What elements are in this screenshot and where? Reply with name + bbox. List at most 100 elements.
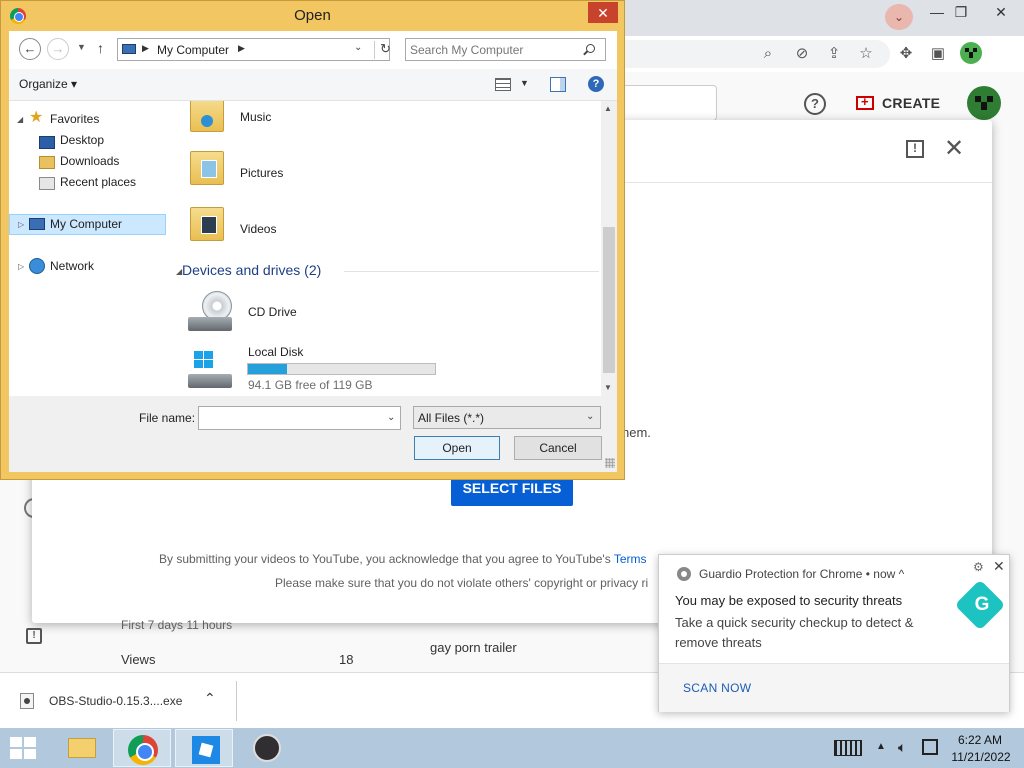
nav-my-computer[interactable]: My Computer	[50, 214, 122, 234]
open-button[interactable]: Open	[414, 436, 500, 460]
stat-views-label: Views	[121, 652, 156, 667]
dialog-title: Open	[294, 7, 331, 24]
close-icon[interactable]: ✕	[993, 558, 1005, 575]
taskbar-chrome[interactable]	[113, 729, 171, 767]
notification-footer: SCAN NOW	[659, 664, 1009, 712]
chevron-down-icon[interactable]: ⌄	[354, 42, 362, 53]
tab-search-chevron-icon[interactable]: ⌄	[885, 4, 913, 30]
chevron-right-icon[interactable]: ▶	[142, 43, 149, 54]
dialog-close-button[interactable]: ✕	[588, 2, 618, 23]
chevron-down-icon[interactable]: ▼	[520, 78, 529, 88]
help-icon[interactable]: ?	[804, 93, 826, 115]
side-panel-icon[interactable]: ▣	[928, 44, 948, 64]
scroll-thumb[interactable]	[603, 227, 615, 373]
computer-icon	[122, 44, 136, 54]
restore-button[interactable]: ❐	[946, 2, 976, 22]
pictures-folder-icon[interactable]	[190, 151, 224, 185]
file-type-select[interactable]: All Files (*.*) ⌄	[413, 406, 601, 429]
speaker-icon[interactable]: 🔈︎	[898, 739, 906, 756]
taskbar-file-explorer[interactable]	[52, 729, 110, 767]
zoom-icon[interactable]: ⌕	[758, 44, 778, 64]
chevron-right-icon[interactable]: ▶	[238, 43, 245, 54]
file-list-scrollbar[interactable]: ▲ ▼	[601, 101, 617, 396]
drive-local-disk[interactable]: Local Disk	[248, 345, 303, 359]
nav-favorites[interactable]: Favorites	[50, 109, 99, 129]
windows-start-icon[interactable]	[10, 737, 38, 761]
nav-desktop[interactable]: Desktop	[60, 130, 104, 150]
taskbar-roblox[interactable]	[175, 729, 233, 767]
drive-cd[interactable]: CD Drive	[248, 305, 297, 319]
music-folder-icon[interactable]	[190, 101, 224, 132]
profile-avatar[interactable]	[960, 42, 982, 64]
network-icon[interactable]	[922, 739, 938, 755]
feedback-icon[interactable]: !	[906, 140, 924, 158]
nav-recent-places[interactable]: Recent places	[60, 172, 136, 192]
disk-usage-fill	[248, 364, 288, 374]
chevron-up-icon[interactable]: ⌃	[204, 690, 216, 707]
back-arrow-icon[interactable]: ←	[19, 38, 41, 60]
share-icon[interactable]: ⇪	[824, 44, 844, 64]
videos-folder-icon[interactable]	[190, 207, 224, 241]
show-hidden-icons-icon[interactable]: ▲	[876, 741, 886, 752]
clock-time[interactable]: 6:22 AM	[950, 733, 1010, 747]
create-button[interactable]: CREATE	[846, 88, 950, 118]
folder-pictures[interactable]: Pictures	[240, 166, 283, 180]
download-item-name[interactable]: OBS-Studio-0.15.3....exe	[49, 694, 182, 708]
nav-downloads[interactable]: Downloads	[60, 151, 119, 171]
gear-icon[interactable]: ⚙	[973, 560, 984, 574]
search-icon[interactable]	[586, 44, 595, 53]
bookmark-star-icon[interactable]: ☆	[856, 44, 876, 64]
address-breadcrumb[interactable]: ▶ My Computer ▶ ⌄ ↻	[117, 38, 391, 61]
chevron-down-icon[interactable]: ⌄	[586, 411, 594, 422]
preview-pane-icon[interactable]	[550, 77, 566, 92]
computer-icon	[29, 218, 45, 230]
cancel-button[interactable]: Cancel	[514, 436, 602, 460]
organize-button[interactable]: Organize ▾	[19, 77, 77, 91]
scroll-down-arrow-icon[interactable]: ▼	[604, 383, 612, 392]
change-view-icon[interactable]	[495, 78, 511, 91]
video-title-link[interactable]: gay porn trailer	[430, 640, 517, 655]
notification-source: Guardio Protection for Chrome • now ^	[699, 567, 905, 581]
scan-now-button[interactable]: SCAN NOW	[683, 681, 751, 695]
navigation-pane: ◢ ★ Favorites Desktop Downloads Recent p…	[9, 101, 174, 396]
nav-network[interactable]: Network	[50, 256, 94, 276]
recent-locations-chevron-icon[interactable]: ▼	[77, 42, 86, 52]
expand-triangle-icon[interactable]: ▷	[18, 220, 24, 229]
expand-triangle-icon[interactable]: ◢	[17, 115, 23, 124]
exe-file-icon	[20, 693, 34, 709]
folder-music[interactable]: Music	[240, 110, 271, 124]
search-input[interactable]	[410, 42, 580, 57]
obs-icon	[253, 734, 281, 762]
window-close-button[interactable]: ✕	[986, 2, 1016, 22]
taskbar-obs[interactable]	[236, 729, 294, 767]
windows-taskbar: ▲ 🔈︎ 6:22 AM 11/21/2022	[0, 728, 1024, 768]
refresh-icon[interactable]: ↻	[374, 41, 391, 59]
scroll-up-arrow-icon[interactable]: ▲	[604, 104, 612, 113]
cd-drive-icon[interactable]	[186, 291, 234, 331]
feedback-rail-icon[interactable]: !	[26, 628, 42, 644]
channel-avatar[interactable]	[967, 86, 1001, 120]
search-box[interactable]	[405, 38, 606, 61]
folder-videos[interactable]: Videos	[240, 222, 276, 236]
expand-triangle-icon[interactable]: ▷	[18, 262, 24, 271]
guardio-notification[interactable]: Guardio Protection for Chrome • now ^ ⚙ …	[658, 554, 1010, 712]
local-disk-icon[interactable]	[186, 348, 234, 388]
extensions-puzzle-icon[interactable]: ✥	[896, 44, 916, 64]
devices-and-drives-header[interactable]: Devices and drives (2)	[182, 262, 321, 278]
up-arrow-icon[interactable]: ↑	[97, 40, 104, 56]
forward-arrow-icon[interactable]: →	[47, 38, 69, 60]
guardio-logo-letter-icon: G	[974, 594, 990, 615]
file-name-combobox[interactable]: ⌄	[198, 406, 401, 430]
help-icon[interactable]: ?	[588, 76, 604, 92]
terms-link[interactable]: Terms	[614, 552, 647, 566]
clock-date[interactable]: 11/21/2022	[950, 750, 1012, 764]
desktop-icon	[39, 136, 55, 149]
yt-search-box[interactable]	[625, 85, 717, 121]
eye-slash-icon[interactable]: ⊘	[792, 44, 812, 64]
file-name-input[interactable]	[202, 411, 382, 426]
touch-keyboard-icon[interactable]	[834, 740, 862, 756]
breadcrumb-my-computer[interactable]: My Computer	[157, 43, 229, 57]
close-icon[interactable]: ✕	[944, 136, 964, 162]
chevron-down-icon[interactable]: ⌄	[387, 412, 395, 423]
resize-grip[interactable]	[605, 458, 615, 468]
